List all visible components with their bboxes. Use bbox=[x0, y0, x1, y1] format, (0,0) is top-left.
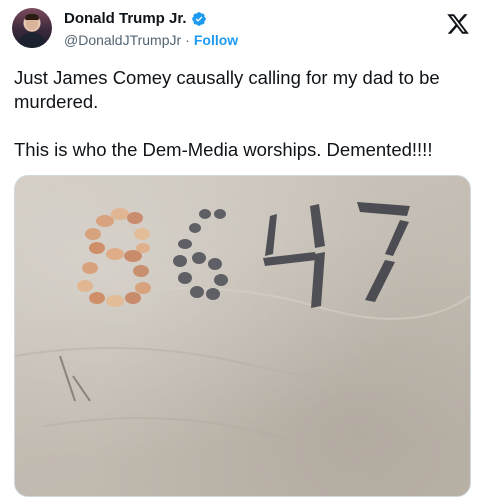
digit-7 bbox=[357, 202, 410, 302]
tweet-paragraph-1: Just James Comey causally calling for my… bbox=[14, 67, 440, 112]
author-display-name[interactable]: Donald Trump Jr. bbox=[64, 10, 187, 27]
author-handle[interactable]: @DonaldJTrumpJr bbox=[64, 32, 181, 48]
tweet-paragraph-2: This is who the Dem-Media worships. Deme… bbox=[14, 139, 433, 160]
author-name-row: Donald Trump Jr. bbox=[64, 10, 207, 27]
digit-6 bbox=[173, 209, 228, 300]
author-handle-row: @DonaldJTrumpJr · Follow bbox=[64, 32, 238, 48]
avatar[interactable] bbox=[12, 8, 52, 48]
tweet-photo[interactable] bbox=[14, 175, 471, 497]
digit-4 bbox=[263, 204, 325, 308]
tweet-header: Donald Trump Jr. @DonaldJTrumpJr · Follo… bbox=[12, 6, 472, 52]
separator-dot: · bbox=[185, 32, 190, 48]
verified-badge-icon bbox=[191, 11, 207, 27]
x-logo-icon[interactable] bbox=[446, 12, 470, 36]
tweet-text: Just James Comey causally calling for my… bbox=[14, 66, 474, 162]
follow-button[interactable]: Follow bbox=[194, 32, 238, 48]
photo-artwork bbox=[15, 202, 470, 449]
